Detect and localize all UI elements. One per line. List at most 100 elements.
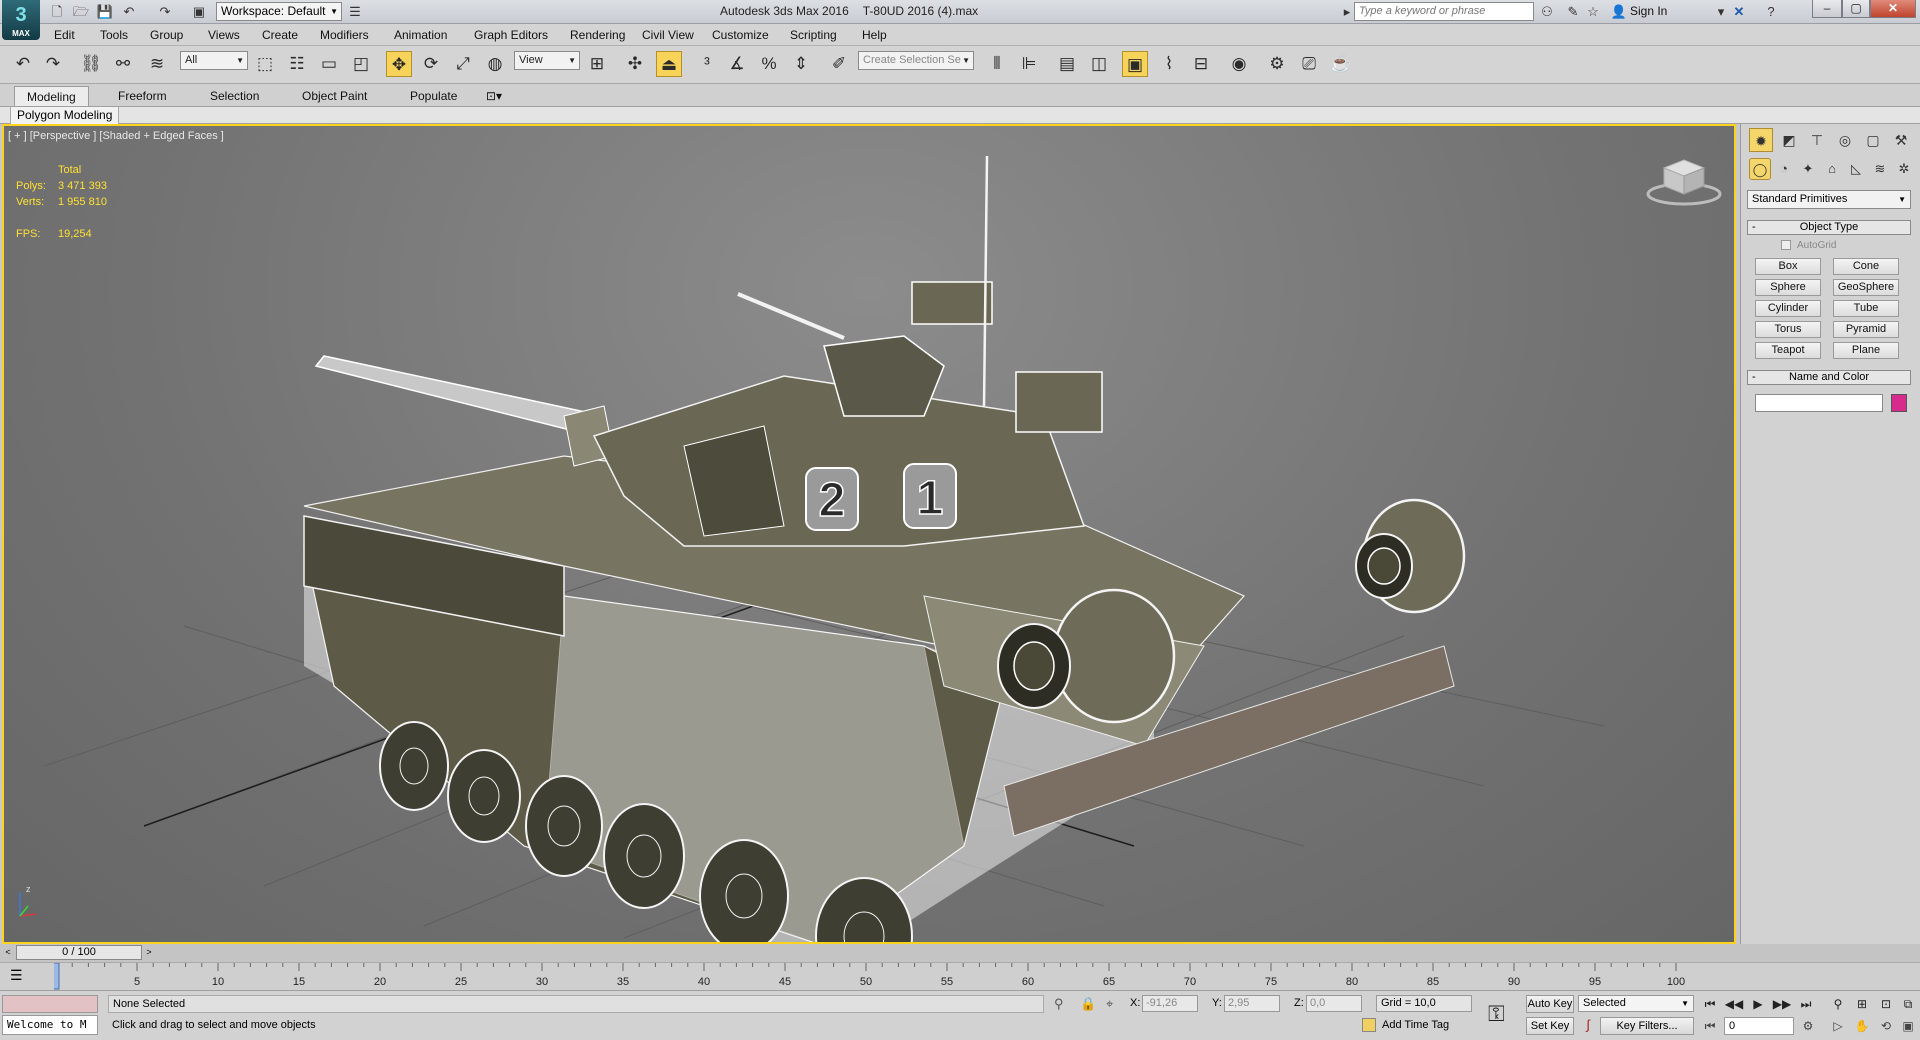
previous-frame-icon[interactable]: <	[2, 945, 14, 960]
torus-button[interactable]: Torus	[1755, 321, 1821, 338]
object-color-swatch[interactable]	[1891, 394, 1907, 412]
minimize-button[interactable]: ‒	[1812, 0, 1842, 18]
binoculars-icon[interactable]: ⚇	[1538, 3, 1556, 21]
autogrid-checkbox[interactable]: AutoGrid	[1781, 240, 1836, 251]
track-bar[interactable]: ☰ 5 10 15 20 25 30 35 40 45 50 55 60 65 70 75 80 85 90 95 1…	[0, 962, 1920, 990]
manipulate-icon[interactable]: ✣	[622, 51, 648, 77]
named-selection-dropdown[interactable]: Create Selection Se ▼	[858, 51, 974, 70]
add-time-tag-button[interactable]: Add Time Tag	[1362, 1018, 1449, 1032]
tank-model[interactable]: 2 1	[303, 155, 1466, 942]
zoom-extents-icon[interactable]: ⊡	[1876, 995, 1896, 1013]
current-frame-field[interactable]: 0	[1724, 1017, 1794, 1035]
render-setup-icon[interactable]: ⚙	[1264, 51, 1290, 77]
window-crossing-icon[interactable]: ◰	[348, 51, 374, 77]
select-and-place-icon[interactable]: ◍	[482, 51, 508, 77]
orbit-icon[interactable]: ⟲	[1876, 1017, 1896, 1035]
reference-coordinate-dropdown[interactable]: View ▼	[514, 51, 580, 70]
set-key-mode-icon[interactable]: ⚿	[1488, 1001, 1505, 1027]
space-warps-icon[interactable]: ≋	[1869, 158, 1891, 180]
align-icon[interactable]: ⊫	[1016, 51, 1042, 77]
toggle-ribbon-icon[interactable]: ▣	[1122, 51, 1148, 77]
geometry-icon[interactable]: ◯	[1749, 158, 1771, 180]
help-icon[interactable]: ?	[1762, 3, 1780, 21]
tab-modeling[interactable]: Modeling	[14, 86, 89, 106]
helpers-icon[interactable]: ◺	[1845, 158, 1867, 180]
geosphere-button[interactable]: GeoSphere	[1833, 279, 1899, 296]
menu-group[interactable]: Group	[150, 28, 183, 42]
field-of-view-icon[interactable]: ▷	[1828, 1017, 1848, 1035]
x-coordinate-field[interactable]: -91,26	[1142, 995, 1198, 1012]
current-frame-marker[interactable]	[54, 963, 60, 990]
save-icon[interactable]: 💾	[96, 3, 114, 21]
workspace-dropdown[interactable]: Workspace: Default ▼	[216, 2, 342, 21]
set-key-button[interactable]: Set Key	[1526, 1017, 1574, 1035]
go-to-start-icon[interactable]: ⏮	[1700, 995, 1720, 1013]
ribbon-options-icon[interactable]: ⊡▾	[480, 86, 508, 106]
quick-access-menu-icon[interactable]: ☰	[346, 3, 364, 21]
undo-icon[interactable]: ↶	[10, 51, 36, 77]
mini-curve-editor-icon[interactable]: ☰	[10, 967, 23, 984]
layer-explorer-icon[interactable]: ◫	[1086, 51, 1112, 77]
menu-scripting[interactable]: Scripting	[790, 28, 837, 42]
bind-space-warp-icon[interactable]: ≋	[144, 51, 170, 77]
time-configuration-icon[interactable]: ⚙	[1798, 1017, 1818, 1035]
viewcube[interactable]	[1646, 159, 1722, 206]
select-by-name-icon[interactable]: ☷	[284, 51, 310, 77]
select-object-icon[interactable]: ⬚	[252, 51, 278, 77]
menu-create[interactable]: Create	[262, 28, 298, 42]
select-and-move-icon[interactable]: ✥	[386, 51, 412, 77]
new-file-icon[interactable]: 🗋	[48, 3, 66, 21]
undo-icon[interactable]: ↶	[120, 3, 138, 21]
isolate-selection-icon[interactable]: ⚲	[1054, 996, 1064, 1012]
tab-selection[interactable]: Selection	[198, 86, 271, 106]
plane-button[interactable]: Plane	[1833, 342, 1899, 359]
viewport-label-menu[interactable]: [ + ] [Perspective ] [Shaded + Edged Fac…	[8, 130, 224, 142]
select-and-link-icon[interactable]: ⛓	[78, 51, 104, 77]
maxscript-mini-listener-output[interactable]	[2, 995, 98, 1013]
pivot-center-icon[interactable]: ⊞	[584, 51, 610, 77]
polygon-modeling-panel[interactable]: Polygon Modeling	[10, 107, 120, 124]
toggle-scene-explorer-icon[interactable]: ▤	[1054, 51, 1080, 77]
utilities-panel-tab-icon[interactable]: ⚒	[1889, 128, 1913, 152]
create-panel-tab-icon[interactable]: ✹	[1749, 128, 1773, 152]
maxscript-mini-listener-input[interactable]: Welcome to M	[2, 1015, 98, 1035]
object-type-rollout[interactable]: - Object Type	[1747, 220, 1911, 235]
keyboard-shortcut-override-icon[interactable]: ⏏	[656, 51, 682, 77]
material-editor-icon[interactable]: ◉	[1226, 51, 1252, 77]
perspective-viewport[interactable]: 2 1 z [ + ] [Perspective ] [Shaded + Edg	[2, 124, 1736, 944]
menu-customize[interactable]: Customize	[712, 28, 769, 42]
zoom-extents-all-icon[interactable]: ⧉	[1898, 995, 1918, 1013]
menu-civil-view[interactable]: Civil View	[642, 28, 694, 42]
menu-modifiers[interactable]: Modifiers	[320, 28, 369, 42]
teapot-button[interactable]: Teapot	[1755, 342, 1821, 359]
sign-in-link[interactable]: Sign In	[1630, 4, 1667, 18]
key-filters-button[interactable]: Key Filters...	[1600, 1017, 1694, 1035]
maximize-viewport-icon[interactable]: ▣	[1898, 1017, 1918, 1035]
redo-icon[interactable]: ↷	[156, 3, 174, 21]
zoom-icon[interactable]: ⚲	[1828, 995, 1848, 1013]
motion-panel-tab-icon[interactable]: ◎	[1833, 128, 1857, 152]
modify-panel-tab-icon[interactable]: ◩	[1777, 128, 1801, 152]
key-mode-toggle-icon[interactable]: ⏮	[1700, 1017, 1720, 1035]
edit-named-selection-icon[interactable]: ✐	[826, 51, 852, 77]
absolute-mode-icon[interactable]: ⌖	[1106, 996, 1113, 1012]
z-coordinate-field[interactable]: 0,0	[1306, 995, 1362, 1012]
pyramid-button[interactable]: Pyramid	[1833, 321, 1899, 338]
app-menu-button[interactable]: 3 MAX	[2, 0, 40, 40]
tab-populate[interactable]: Populate	[398, 86, 469, 106]
hierarchy-panel-tab-icon[interactable]: ⊤	[1805, 128, 1829, 152]
selection-lock-icon[interactable]: 🔒	[1080, 996, 1096, 1012]
tab-object-paint[interactable]: Object Paint	[290, 86, 379, 106]
lights-icon[interactable]: ✦	[1797, 158, 1819, 180]
project-folder-icon[interactable]: ▣	[190, 3, 208, 21]
cone-button[interactable]: Cone	[1833, 258, 1899, 275]
snaps-toggle-icon[interactable]: ³	[694, 51, 720, 77]
render-production-icon[interactable]: ☕	[1328, 51, 1354, 77]
percent-snap-icon[interactable]: %	[756, 51, 782, 77]
mirror-icon[interactable]: ⫴	[984, 51, 1010, 77]
search-input[interactable]: Type a keyword or phrase	[1354, 2, 1534, 21]
menu-graph-editors[interactable]: Graph Editors	[474, 28, 548, 42]
rectangular-selection-icon[interactable]: ▭	[316, 51, 342, 77]
unlink-icon[interactable]: ⚯	[110, 51, 136, 77]
spinner-snap-icon[interactable]: ⇕	[788, 51, 814, 77]
